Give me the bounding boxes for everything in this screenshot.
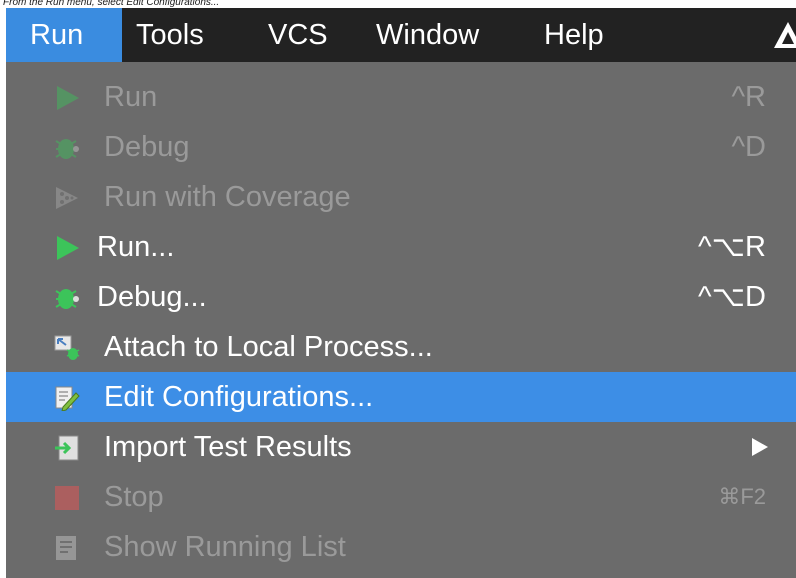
- menu-item-debug: Debug ^D: [6, 122, 796, 172]
- menu-run[interactable]: Run: [6, 8, 122, 62]
- menu-item-run-with-coverage: Run with Coverage: [6, 172, 796, 222]
- menu-item-label: Import Test Results: [104, 431, 352, 463]
- stop-icon: [54, 485, 80, 511]
- menu-vcs[interactable]: VCS: [254, 8, 342, 62]
- menu-bar: Run Tools VCS Window Help: [6, 8, 796, 62]
- app-logo-icon: [774, 20, 796, 50]
- run-icon: [54, 85, 80, 111]
- menu-item-label: Debug: [104, 131, 190, 163]
- shortcut-label: ^⌥R: [698, 231, 766, 263]
- shortcut-label: ^R: [731, 81, 766, 113]
- menu-item-debug-ellipsis[interactable]: Debug... ^⌥D: [6, 272, 796, 322]
- menu-window[interactable]: Window: [362, 8, 493, 62]
- menu-item-run-ellipsis[interactable]: Run... ^⌥R: [6, 222, 796, 272]
- instruction-caption: From the Run menu, select Edit Configura…: [3, 0, 220, 8]
- menu-item-import-test-results[interactable]: Import Test Results: [6, 422, 796, 472]
- list-icon: [54, 535, 80, 561]
- attach-process-icon: [54, 335, 80, 361]
- shortcut-label: ⌘F2: [718, 484, 766, 509]
- menu-item-label: Run...: [97, 231, 175, 263]
- menu-help[interactable]: Help: [530, 8, 618, 62]
- menu-item-run: Run ^R: [6, 72, 796, 122]
- debug-icon: [54, 285, 80, 311]
- menu-item-stop: Stop ⌘F2: [6, 472, 796, 522]
- import-icon: [54, 435, 80, 461]
- run-dropdown-menu: Run ^R Debug ^D Run with Coverage Run...…: [6, 62, 796, 578]
- menu-tools[interactable]: Tools: [122, 8, 218, 62]
- shortcut-label: ^D: [731, 131, 766, 163]
- menu-item-label: Stop: [104, 481, 164, 513]
- debug-icon: [54, 135, 80, 161]
- submenu-arrow-icon: [752, 438, 768, 456]
- menu-item-label: Run with Coverage: [104, 181, 351, 213]
- run-icon: [54, 235, 80, 261]
- menu-item-label: Attach to Local Process...: [104, 331, 433, 363]
- shortcut-label: ^⌥D: [698, 281, 766, 313]
- menu-item-label: Debug...: [97, 281, 207, 313]
- menu-item-show-running-list: Show Running List: [6, 522, 796, 572]
- menu-item-edit-configurations[interactable]: Edit Configurations...: [6, 372, 796, 422]
- coverage-icon: [54, 185, 80, 211]
- menu-item-label: Edit Configurations...: [104, 381, 374, 413]
- menu-item-label: Run: [104, 81, 158, 113]
- edit-configurations-icon: [54, 385, 80, 412]
- menu-item-label: Show Running List: [104, 531, 346, 563]
- menu-item-attach-to-local-process[interactable]: Attach to Local Process...: [6, 322, 796, 372]
